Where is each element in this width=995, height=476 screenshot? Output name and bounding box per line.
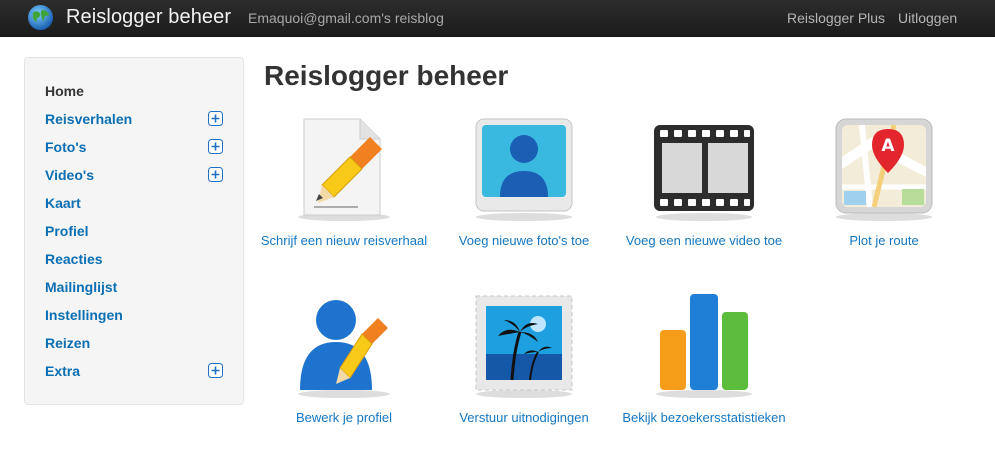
tile-caption[interactable]: Bewerk je profiel (254, 409, 434, 427)
sidebar-item-extra[interactable]: Extra (45, 360, 225, 382)
add-video-icon[interactable] (652, 117, 756, 221)
add-photo-icon[interactable] (472, 117, 576, 221)
sidebar: Home Reisverhalen Foto's Video's Kaart P… (24, 57, 244, 405)
sidebar-item-reisverhalen[interactable]: Reisverhalen (45, 108, 225, 130)
expand-plus-icon[interactable] (208, 111, 223, 126)
logout-link[interactable]: Uitloggen (898, 10, 957, 26)
statistics-icon[interactable] (652, 294, 756, 398)
map-route-icon[interactable]: A (832, 117, 936, 221)
expand-plus-icon[interactable] (208, 139, 223, 154)
sidebar-item-videos[interactable]: Video's (45, 164, 225, 186)
tile-caption[interactable]: Verstuur uitnodigingen (434, 409, 614, 427)
edit-profile-icon[interactable] (292, 294, 396, 398)
tile-caption[interactable]: Voeg een nieuwe video toe (614, 232, 794, 250)
reislogger-plus-link[interactable]: Reislogger Plus (787, 10, 885, 26)
sidebar-item-kaart[interactable]: Kaart (45, 192, 225, 214)
blog-name-link[interactable]: Emaquoi@gmail.com's reisblog (248, 10, 444, 26)
sidebar-item-fotos[interactable]: Foto's (45, 136, 225, 158)
expand-plus-icon[interactable] (208, 363, 223, 378)
sidebar-item-mailinglijst[interactable]: Mailinglijst (45, 276, 225, 298)
globe-icon[interactable] (27, 4, 54, 31)
tile-caption[interactable]: Plot je route (794, 232, 974, 250)
sidebar-item-profiel[interactable]: Profiel (45, 220, 225, 242)
brand-title[interactable]: Reislogger beheer (66, 6, 231, 29)
expand-plus-icon[interactable] (208, 167, 223, 182)
tile-caption[interactable]: Bekijk bezoekersstatistieken (614, 409, 794, 427)
tile-caption[interactable]: Voeg nieuwe foto's toe (434, 232, 614, 250)
sidebar-item-reizen[interactable]: Reizen (45, 332, 225, 354)
svg-text:A: A (881, 136, 895, 156)
sidebar-item-home[interactable]: Home (45, 80, 225, 102)
send-invitation-icon[interactable] (472, 294, 576, 398)
top-navbar: Reislogger beheer Emaquoi@gmail.com's re… (0, 0, 995, 37)
write-story-icon[interactable] (292, 117, 396, 221)
page-title: Reislogger beheer (264, 60, 509, 91)
tile-caption[interactable]: Schrijf een nieuw reisverhaal (254, 232, 434, 250)
sidebar-item-reacties[interactable]: Reacties (45, 248, 225, 270)
sidebar-item-instellingen[interactable]: Instellingen (45, 304, 225, 326)
